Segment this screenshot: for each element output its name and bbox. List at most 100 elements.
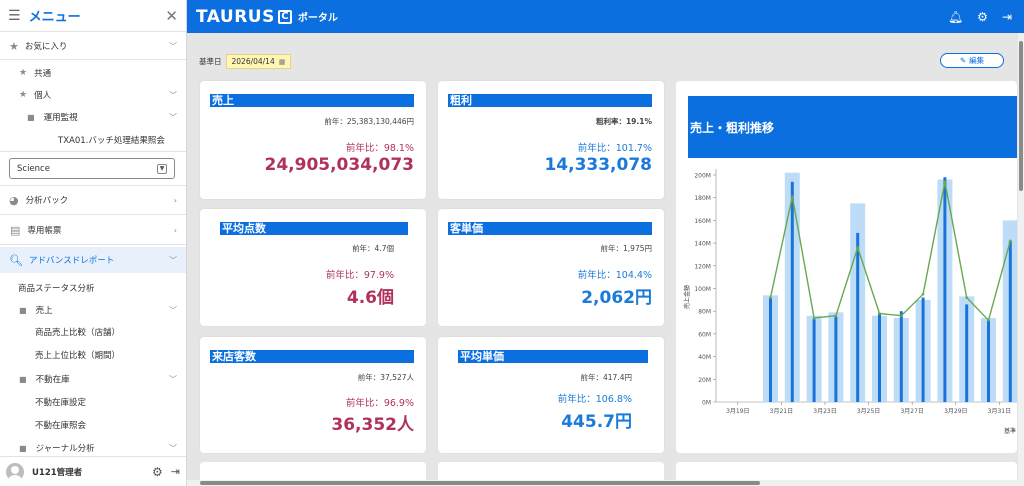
x-axis-label: 基準 bbox=[1004, 427, 1016, 435]
main-content: 基準日 2026/04/14 ▦ ✎ 編集 売上 前年：25,383,130,4… bbox=[187, 33, 1018, 480]
sidebar-item-label: 売上 bbox=[35, 306, 53, 316]
sidebar-item-dead-stock[interactable]: ■ 不動在庫 ﹀ bbox=[0, 372, 186, 386]
chevron-down-icon: ﹀ bbox=[169, 112, 177, 122]
series-point bbox=[834, 314, 838, 318]
y-tick-label: 80M bbox=[698, 309, 711, 316]
logout-icon[interactable]: ⇥ bbox=[1002, 10, 1012, 24]
sidebar-item-label: 売上上位比較（期間） bbox=[35, 351, 121, 361]
series-point bbox=[791, 195, 794, 198]
chevron-down-icon: ﹀ bbox=[169, 90, 177, 100]
card-ratio: 前年比：98.1% bbox=[345, 143, 414, 154]
sidebar-item-dead-stock-query[interactable]: 不動在庫照会 bbox=[0, 418, 186, 432]
select-value: Science bbox=[17, 163, 50, 174]
pencil-icon: ✎ bbox=[959, 56, 967, 65]
sidebar-item-label: 運用監視 bbox=[43, 113, 78, 123]
edit-button[interactable]: ✎ 編集 bbox=[940, 53, 1004, 68]
x-tick-label: 3月29日 bbox=[944, 408, 967, 415]
card-ratio: 前年比：97.9% bbox=[325, 270, 394, 281]
card-prev: 前年：4.7個 bbox=[352, 244, 394, 253]
pie-chart-icon: ◕ bbox=[9, 193, 19, 207]
date-input[interactable]: 2026/04/14 ▦ bbox=[225, 54, 292, 69]
y-tick-label: 20M bbox=[698, 377, 711, 384]
kpi-card-visitors: 来店客数 前年：37,527人 前年比：96.9% 36,352人 bbox=[200, 337, 426, 453]
sidebar-item-batch[interactable]: TXA01.バッチ処理結果照会 bbox=[0, 133, 186, 147]
sidebar-item-label: お気に入り bbox=[24, 42, 68, 52]
card-ratio: 前年比：101.7% bbox=[577, 143, 652, 154]
vertical-scrollbar[interactable] bbox=[1018, 33, 1024, 480]
folder-icon: ■ bbox=[19, 305, 27, 315]
card-title: 客単価 bbox=[448, 222, 652, 235]
avatar[interactable] bbox=[6, 462, 24, 481]
horizontal-scrollbar[interactable] bbox=[187, 480, 1024, 486]
sidebar-item-label: 専用帳票 bbox=[27, 226, 62, 236]
sidebar-item-personal[interactable]: ★ 個人 ﹀ bbox=[0, 88, 186, 102]
bar-current bbox=[812, 319, 816, 402]
star-icon: ★ bbox=[19, 68, 28, 78]
y-tick-label: 140M bbox=[694, 241, 711, 248]
sidebar-item-label: 商品ステータス分析 bbox=[18, 284, 95, 294]
chevron-right-icon: › bbox=[173, 195, 177, 205]
report-search-icon: 🔍︎ bbox=[9, 253, 23, 267]
star-icon: ★ bbox=[9, 39, 19, 53]
sidebar-item-favorites[interactable]: ★ お気に入り ﹀ bbox=[0, 38, 186, 54]
card-prev: 前年：1,975円 bbox=[600, 244, 652, 253]
gear-icon[interactable]: ⚙ bbox=[977, 10, 988, 24]
x-tick-label: 3月27日 bbox=[900, 408, 923, 415]
series-point bbox=[812, 316, 816, 320]
calendar-icon: ▦ bbox=[278, 57, 286, 66]
dataset-select[interactable]: Science ▼ bbox=[9, 158, 175, 179]
sidebar-item-label: 商品売上比較（店舗） bbox=[35, 328, 121, 338]
hamburger-icon[interactable]: ☰ bbox=[8, 8, 21, 24]
user-name: U121管理者 bbox=[32, 467, 83, 478]
card-ratio: 前年比：96.9% bbox=[345, 398, 414, 409]
bar-current bbox=[921, 297, 925, 402]
bar-current bbox=[987, 320, 990, 402]
y-tick-label: 200M bbox=[694, 173, 711, 180]
sidebar-item-journal[interactable]: ■ ジャーナル分析 ﹀ bbox=[0, 441, 186, 455]
sidebar-item-analysis-pack[interactable]: ◕ 分析パック › bbox=[0, 192, 186, 208]
chevron-down-icon: ﹀ bbox=[169, 443, 177, 453]
scrollbar-thumb[interactable] bbox=[1019, 41, 1023, 191]
sidebar-item-top-sales[interactable]: 売上上位比較（期間） bbox=[0, 348, 186, 362]
y-axis-label: 売上金額 bbox=[683, 285, 691, 309]
brand-logo: TAURUS bbox=[196, 6, 275, 27]
kpi-card-avg-items: 平均点数 前年：4.7個 前年比：97.9% 4.6個 bbox=[200, 209, 426, 326]
sidebar-item-common[interactable]: ★ 共通 bbox=[0, 66, 186, 80]
bar-current bbox=[943, 177, 947, 402]
sales-trend-chart-card: 売上・粗利推移 0M 20M 40M 60M 80M 100M 120M 140M 160M 18… bbox=[676, 81, 1017, 453]
card-prev: 前年：417.4円 bbox=[580, 373, 632, 382]
close-icon[interactable]: ✕ bbox=[165, 7, 178, 25]
kpi-card-sales: 売上 前年：25,383,130,446円 前年比：98.1% 24,905,0… bbox=[200, 81, 426, 199]
card-ratio: 前年比：106.8% bbox=[557, 394, 632, 405]
divider bbox=[0, 244, 186, 245]
x-tick-label: 3月25日 bbox=[857, 408, 880, 415]
bar-current bbox=[878, 313, 881, 402]
divider bbox=[0, 185, 186, 186]
card-partial bbox=[676, 462, 1017, 480]
sidebar-item-ops-monitor[interactable]: ■ 運用監視 ﹀ bbox=[0, 110, 186, 124]
scrollbar-thumb[interactable] bbox=[200, 481, 760, 485]
sidebar: ☰ メニュー ✕ ★ お気に入り ﹀ ★ 共通 ★ 個人 ﹀ ■ 運用監視 ﹀ … bbox=[0, 0, 187, 486]
sidebar-item-dedicated-forms[interactable]: ▤ 専用帳票 › bbox=[0, 222, 186, 238]
logout-icon[interactable]: ⇥ bbox=[171, 465, 180, 478]
gear-icon[interactable]: ⚙ bbox=[152, 465, 163, 479]
card-title: 平均点数 bbox=[220, 222, 408, 235]
sidebar-item-dead-stock-setting[interactable]: 不動在庫設定 bbox=[0, 395, 186, 409]
sidebar-item-advanced-report[interactable]: 🔍︎ アドバンスドレポート ﹀ bbox=[0, 247, 186, 273]
bell-icon[interactable]: 🔔︎ bbox=[948, 10, 963, 24]
brand-mark: C bbox=[277, 9, 292, 24]
y-tick-label: 160M bbox=[694, 218, 711, 225]
sidebar-item-product-status[interactable]: 商品ステータス分析 bbox=[0, 281, 186, 295]
series-point bbox=[921, 292, 925, 296]
top-header: TAURUS C ポータル 🔔︎ ⚙ ⇥ bbox=[187, 0, 1024, 33]
bar-current bbox=[834, 316, 838, 402]
card-title: 粗利 bbox=[448, 94, 652, 107]
sidebar-item-sales[interactable]: ■ 売上 ﹀ bbox=[0, 303, 186, 317]
series-point bbox=[769, 296, 772, 299]
series-point bbox=[943, 180, 947, 184]
card-prev: 前年：25,383,130,446円 bbox=[324, 117, 414, 126]
sidebar-title: メニュー bbox=[28, 10, 81, 25]
reference-date: 基準日 2026/04/14 ▦ bbox=[199, 54, 292, 69]
sidebar-item-store-compare[interactable]: 商品売上比較（店舗） bbox=[0, 325, 186, 339]
card-prev: 前年：37,527人 bbox=[357, 373, 414, 382]
